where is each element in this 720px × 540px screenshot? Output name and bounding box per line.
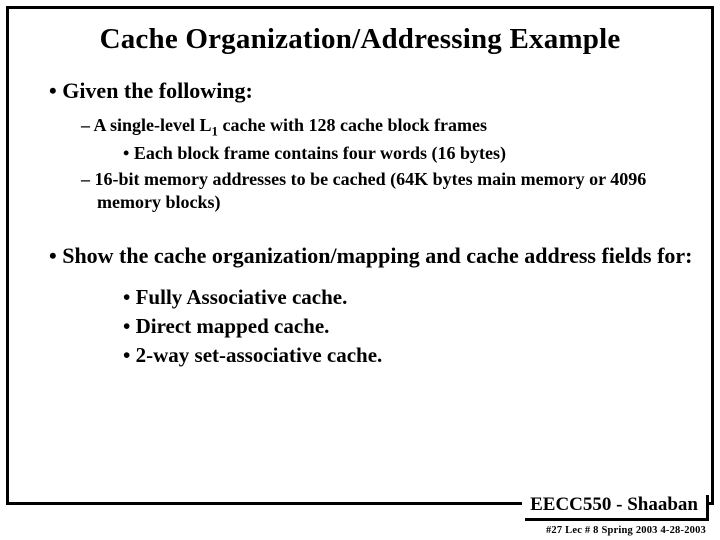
dash-item-1-text-b: cache with 128 cache block frames xyxy=(218,115,487,135)
slide-title: Cache Organization/Addressing Example xyxy=(27,23,693,56)
bullet-given: Given the following: xyxy=(49,78,693,104)
show-item-2: Direct mapped cache. xyxy=(123,314,693,339)
footer-meta: #27 Lec # 8 Spring 2003 4-28-2003 xyxy=(546,525,706,536)
bullet-show: Show the cache organization/mapping and … xyxy=(49,243,693,269)
dash-item-2: 16-bit memory addresses to be cached (64… xyxy=(81,168,693,215)
footer-course-text: EECC550 - Shaaban xyxy=(530,494,698,515)
footer-course-box: EECC550 - Shaaban xyxy=(522,492,706,518)
sub-item-1a: Each block frame contains four words (16… xyxy=(123,142,693,165)
show-item-1: Fully Associative cache. xyxy=(123,285,693,310)
show-item-3: 2-way set-associative cache. xyxy=(123,343,693,368)
dash-item-1: A single-level L1 cache with 128 cache b… xyxy=(81,114,693,140)
show-list: Fully Associative cache. Direct mapped c… xyxy=(27,285,693,368)
slide-frame: Cache Organization/Addressing Example Gi… xyxy=(6,6,714,505)
dash-item-1-text-a: A single-level L xyxy=(94,115,212,135)
